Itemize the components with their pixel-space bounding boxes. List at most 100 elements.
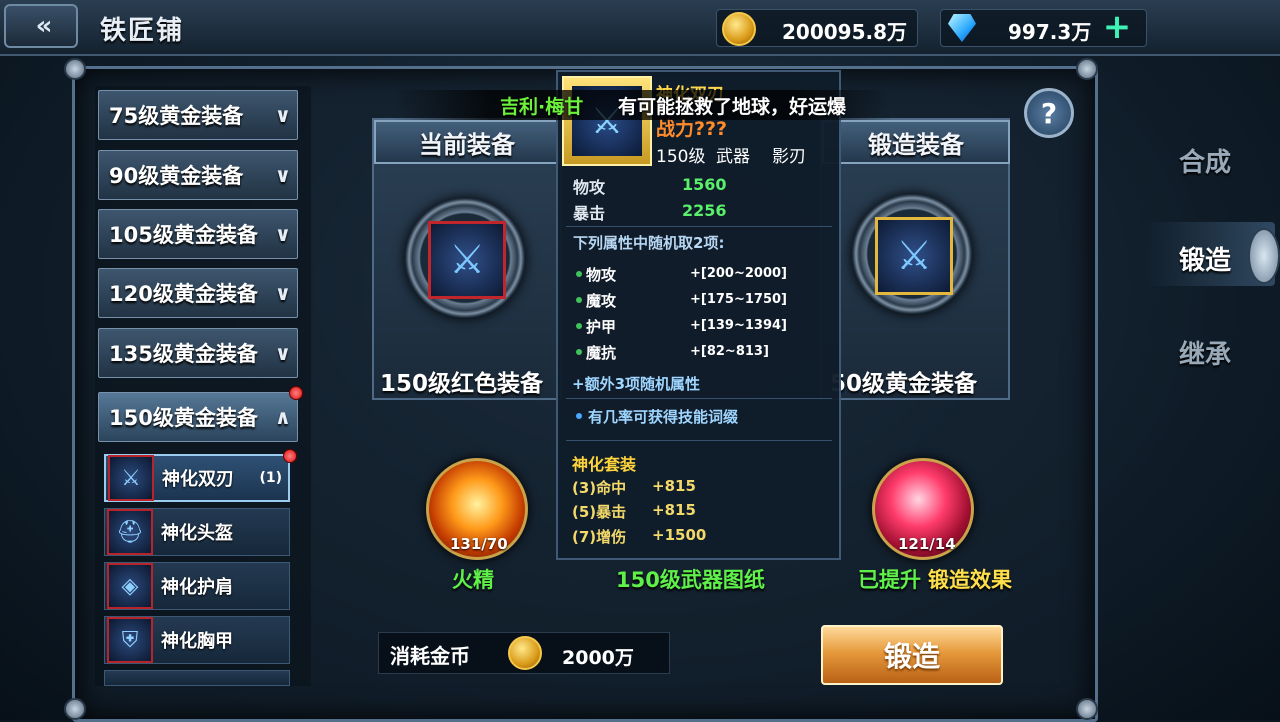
- stat-name: 物攻: [573, 178, 606, 197]
- shoulder-guard-icon: ◈: [107, 563, 153, 609]
- item-name: 神化双刃: [162, 469, 234, 490]
- gold-amount: 200095.8万: [782, 20, 908, 44]
- bullet-icon: [576, 297, 582, 303]
- item-shenhua-hujian[interactable]: ◈ 神化护肩: [104, 562, 290, 610]
- double-chevron-left-icon: «: [35, 11, 53, 41]
- bullet-icon: [576, 271, 582, 277]
- stat-value: 1560: [682, 175, 727, 194]
- current-equipment-title: 当前装备: [374, 120, 560, 164]
- category-label: 120级黄金装备: [109, 282, 258, 306]
- frame-rivet-icon: [1076, 698, 1098, 720]
- notification-dot: [289, 386, 303, 400]
- skill-affix-note: 有几率可获得技能词缀: [588, 408, 739, 426]
- category-label: 75级黄金装备: [109, 104, 244, 128]
- chevron-down-icon: ∨: [274, 281, 291, 305]
- random-stat-range: +[200~2000]: [690, 266, 787, 281]
- helmet-icon: ⛑: [107, 509, 153, 555]
- tooltip-type: 武器: [716, 147, 750, 167]
- page-title: 铁匠铺: [100, 16, 185, 46]
- help-button[interactable]: ?: [1024, 88, 1074, 138]
- diamond-amount: 997.3万: [1008, 20, 1092, 44]
- back-button[interactable]: «: [4, 4, 78, 48]
- add-diamond-button[interactable]: +: [1100, 10, 1134, 44]
- set-bonus-name: (5)暴击: [572, 503, 627, 521]
- forge-equipment-title: 锻造装备: [822, 120, 1010, 164]
- bullet-icon: [576, 413, 582, 419]
- plus-icon: +: [1102, 7, 1132, 47]
- question-icon: ?: [1040, 96, 1058, 130]
- chevron-down-icon: ∨: [274, 103, 291, 127]
- fire-essence-label: 火精: [452, 568, 494, 592]
- category-90[interactable]: 90级黄金装备 ∨: [98, 150, 298, 200]
- set-bonus-name: (7)增伤: [572, 528, 627, 546]
- item-count: (1): [259, 470, 282, 486]
- item-shenhua-shuangren[interactable]: ⚔ 神化双刃 (1): [104, 454, 290, 502]
- frame-rivet-icon: [1076, 58, 1098, 80]
- item-shenhua-toukui[interactable]: ⛑ 神化头盔: [104, 508, 290, 556]
- random-stats-heading: 下列属性中随机取2项:: [573, 234, 725, 252]
- cost-label: 消耗金币: [390, 644, 470, 668]
- chevron-down-icon: ∨: [274, 222, 291, 246]
- item-name: 神化护肩: [161, 577, 233, 598]
- divider: [566, 398, 832, 399]
- tab-inherit[interactable]: 继承: [1150, 334, 1260, 371]
- random-stat-name: 魔抗: [586, 344, 617, 362]
- chevron-up-icon: ∧: [274, 405, 291, 429]
- chevron-down-icon: ∨: [274, 163, 291, 187]
- tab-synthesis[interactable]: 合成: [1150, 142, 1260, 179]
- tooltip-job: 影刃: [772, 147, 806, 167]
- set-bonus-value: +815: [652, 477, 696, 495]
- random-stat-range: +[139~1394]: [690, 318, 787, 333]
- frame-rivet-icon: [64, 58, 86, 80]
- set-bonus-value: +815: [652, 501, 696, 519]
- notification-dot: [283, 449, 297, 463]
- gold-coin-icon: [508, 636, 542, 670]
- dual-blade-icon: ⚔: [428, 221, 506, 299]
- category-label: 135级黄金装备: [109, 342, 258, 366]
- category-120[interactable]: 120级黄金装备 ∨: [98, 268, 298, 318]
- bullet-icon: [576, 349, 582, 355]
- dual-blade-icon: ⚔: [108, 455, 154, 501]
- divider: [566, 226, 832, 227]
- tab-knob-icon: [1248, 228, 1280, 284]
- random-stat-range: +[82~813]: [690, 344, 769, 359]
- gold-coin-icon: [722, 12, 756, 46]
- set-bonus-name: (3)命中: [572, 479, 627, 497]
- random-stat-name: 护甲: [586, 318, 617, 336]
- category-label: 105级黄金装备: [109, 223, 258, 247]
- category-150[interactable]: 150级黄金装备 ∧: [98, 392, 298, 442]
- set-bonus-value: +1500: [652, 526, 707, 544]
- bullet-icon: [576, 323, 582, 329]
- announcement-player: 吉利·梅甘: [500, 96, 584, 118]
- random-stat-range: +[175~1750]: [690, 292, 787, 307]
- extra-attributes: +额外3项随机属性: [572, 375, 701, 393]
- tab-forge[interactable]: 锻造: [1150, 240, 1260, 277]
- item-name: 神化胸甲: [161, 631, 233, 652]
- category-75[interactable]: 75级黄金装备 ∨: [98, 90, 298, 140]
- random-stat-name: 物攻: [586, 266, 617, 284]
- category-105[interactable]: 105级黄金装备 ∨: [98, 209, 298, 259]
- category-135[interactable]: 135级黄金装备 ∨: [98, 328, 298, 378]
- announcement-text: 有可能拯救了地球，好运爆: [618, 96, 847, 118]
- current-equipment-label: 150级红色装备: [380, 371, 544, 397]
- category-label: 150级黄金装备: [109, 406, 258, 430]
- gem-count: 121/14: [898, 535, 956, 553]
- golden-dual-blade-icon: ⚔: [875, 217, 953, 295]
- gem-improve-label: 已提升: [858, 568, 921, 592]
- item-name: 神化头盔: [161, 523, 233, 544]
- set-title: 神化套装: [572, 455, 637, 474]
- chest-armor-icon: ⛨: [107, 617, 153, 663]
- tooltip-level: 150级: [656, 147, 706, 167]
- blueprint-label: 150级武器图纸: [616, 568, 765, 592]
- divider: [566, 440, 832, 441]
- cost-value: 2000万: [562, 647, 634, 669]
- item-partial[interactable]: [104, 670, 290, 686]
- frame-rivet-icon: [64, 698, 86, 720]
- fire-essence-count: 131/70: [450, 535, 508, 553]
- category-label: 90级黄金装备: [109, 164, 244, 188]
- forge-button[interactable]: 锻造: [821, 625, 1003, 685]
- gem-effect-label: 锻造效果: [928, 568, 1012, 592]
- item-shenhua-xiongjia[interactable]: ⛨ 神化胸甲: [104, 616, 290, 664]
- random-stat-name: 魔攻: [586, 292, 617, 310]
- stat-value: 2256: [682, 201, 727, 220]
